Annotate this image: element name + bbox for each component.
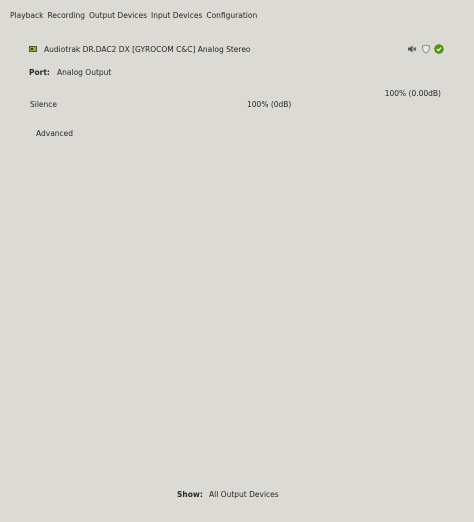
port-select[interactable]: Analog Output xyxy=(57,68,111,77)
advanced-expander[interactable]: Advanced xyxy=(36,129,73,138)
lock-channels-button[interactable] xyxy=(421,44,431,54)
tab-input-devices[interactable]: Input Devices xyxy=(151,11,202,20)
shield-icon xyxy=(422,44,430,54)
check-circle-icon xyxy=(434,44,444,54)
show-label: Show: xyxy=(177,490,203,499)
show-filter-select[interactable]: All Output Devices xyxy=(209,490,279,499)
tab-output-devices[interactable]: Output Devices xyxy=(89,11,147,20)
mute-button[interactable] xyxy=(407,44,417,54)
silence-mark-label: Silence xyxy=(30,100,58,109)
tab-playback[interactable]: Playback xyxy=(10,11,43,20)
volume-100-mark-label: 100% (0dB) xyxy=(247,100,292,109)
tab-bar: Playback Recording Output Devices Input … xyxy=(10,11,257,20)
set-default-button[interactable] xyxy=(434,44,444,54)
tab-configuration[interactable]: Configuration xyxy=(206,11,257,20)
port-label: Port: xyxy=(29,68,50,77)
tab-recording[interactable]: Recording xyxy=(47,11,85,20)
sound-card-icon xyxy=(29,45,37,53)
speaker-mute-icon xyxy=(408,45,417,53)
volume-readout: 100% (0.00dB) xyxy=(384,89,441,98)
device-name: Audiotrak DR.DAC2 DX [GYROCOM C&C] Analo… xyxy=(44,45,251,54)
